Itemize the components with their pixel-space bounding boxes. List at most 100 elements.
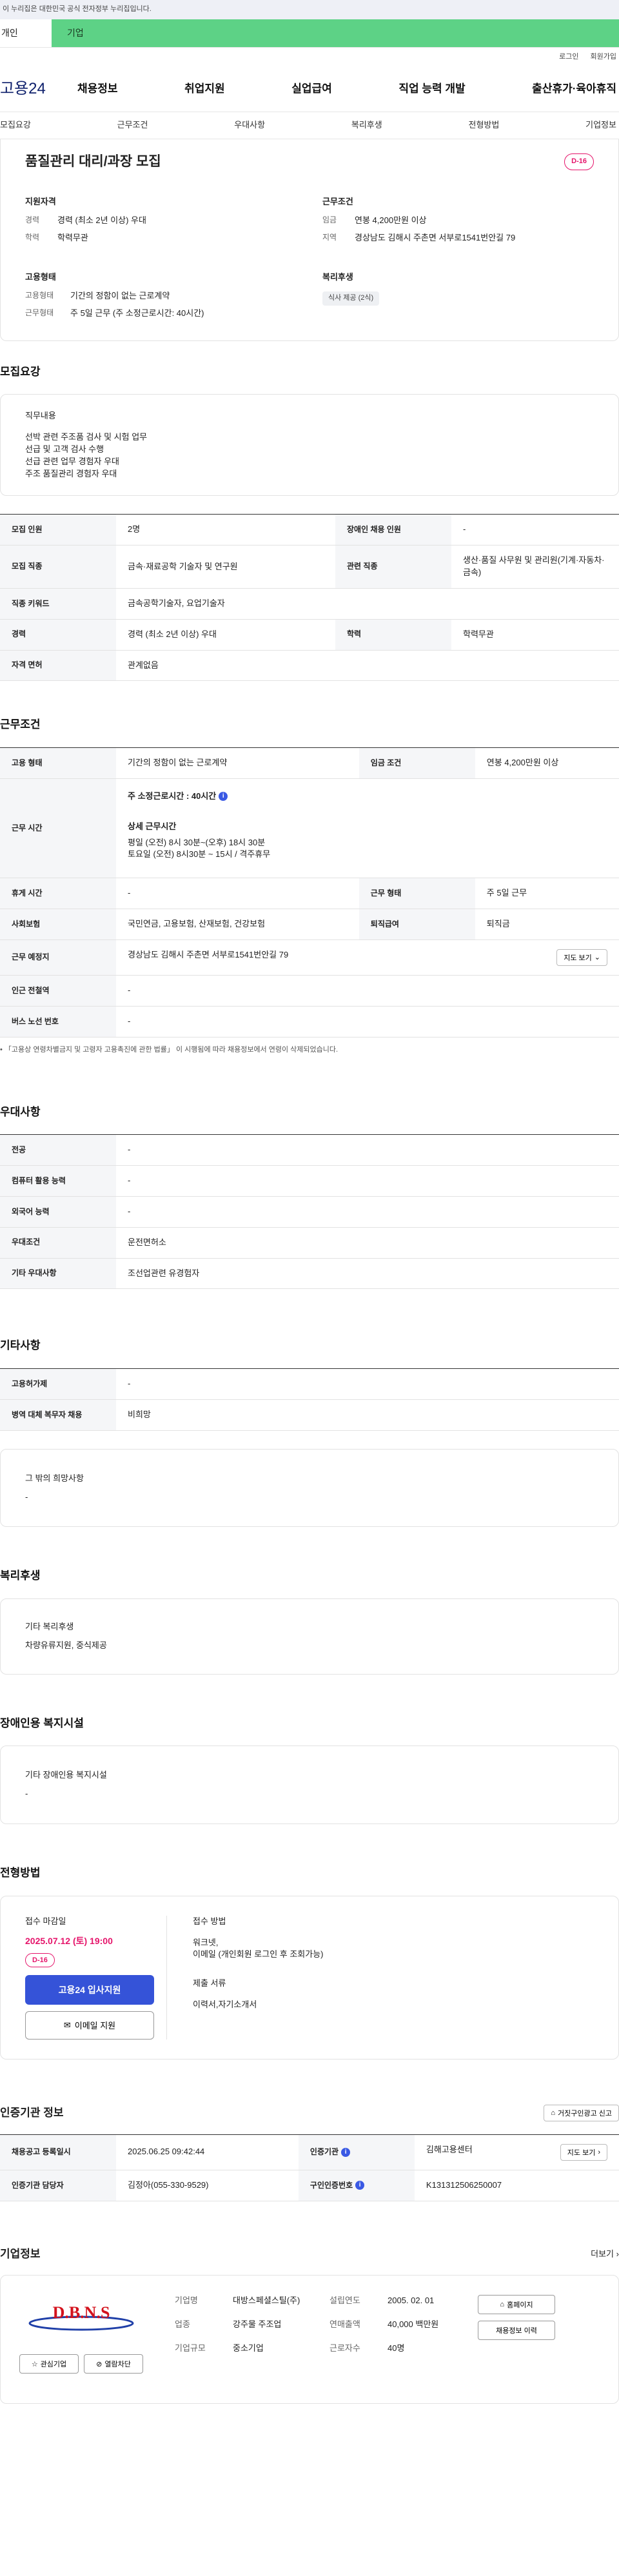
welfare-group: 복리후생 식사 제공 (2식) (322, 271, 594, 325)
agency-map-button[interactable]: 지도 보기 › (560, 2143, 607, 2161)
utility-links: 로그인 회원가입 (0, 48, 619, 67)
qual-heading: 지원자격 (25, 197, 56, 207)
anchor-recruit[interactable]: 모집요강 (0, 119, 31, 132)
cell-value: - (116, 975, 619, 1007)
welfare-tag: 식사 제공 (2식) (322, 291, 380, 306)
facility-label: 기타 장애인용 복지시설 (25, 1770, 107, 1780)
age-note: • 「고용상 연령차별금지 및 고령자 고용촉진에 관한 법률」 이 시행됨에 … (0, 1045, 619, 1056)
favorite-label: 관심기업 (40, 2361, 67, 2369)
place-value: 경상남도 김해시 주촌면 서부로1541번안길 79 (128, 949, 289, 959)
cell-value: 김해고용센터 (426, 2144, 473, 2154)
emp-value: 주 5일 근무 (주 소정근로시간: 40시간) (70, 308, 204, 318)
cell-label: 우대조건 (0, 1227, 116, 1259)
company-info-right: 설립연도 2005. 02. 01 연매출액 40,000 백만원 근로자수 40명 (310, 2295, 465, 2384)
cell-value: - (451, 514, 619, 546)
login-link[interactable]: 로그인 (559, 52, 578, 63)
info-icon[interactable]: i (341, 2147, 351, 2157)
homepage-button[interactable]: ⌂ 홈페이지 (478, 2295, 555, 2315)
method-right: 접수 방법 워크넷, 이메일 (개인회원 로그인 후 조회가능) 제출 서류 이… (167, 1916, 594, 2040)
info-icon[interactable]: i (355, 2181, 365, 2190)
cell-label: 채용공고 등록일시 (0, 2134, 116, 2170)
gnb-item-training[interactable]: 직업 능력 개발 (398, 81, 465, 97)
duty-label: 직무내용 (25, 411, 56, 421)
work-table: 고용 형태 기간의 정함이 없는 근로계약 임금 조건 연봉 4,200만원 이상 … (0, 747, 619, 1037)
favorite-button[interactable]: ☆ 관심기업 (19, 2354, 79, 2374)
cell-label: 직종 키워드 (0, 588, 116, 620)
gnb-item-support[interactable]: 취업지원 (184, 81, 225, 97)
company-staff: 40명 (388, 2343, 405, 2354)
anchor-work[interactable]: 근무조건 (117, 119, 148, 132)
company-actions: ⌂ 홈페이지 채용정보 이력 (465, 2295, 555, 2384)
cell-label: 인증기관 (310, 2147, 339, 2157)
cell-value: 2명 (116, 514, 335, 546)
benefit-box: 기타 복리후생 차량유류지원, 중식제공 (0, 1598, 619, 1675)
agency-map-label: 지도 보기 (567, 2148, 596, 2157)
cell-label: 컴퓨터 활용 능력 (0, 1165, 116, 1197)
cell-label: 인증기관 담당자 (0, 2170, 116, 2201)
tab-person[interactable]: 개인 (0, 19, 52, 47)
email-apply-button[interactable]: ✉ 이메일 지원 (25, 2011, 154, 2040)
report-button[interactable]: ⌂ 거짓구인광고 신고 (544, 2104, 619, 2121)
how-line: 워크넷, (193, 1937, 219, 1947)
method-box: 접수 마감일 2025.07.12 (토) 19:00 D-16 고용24 입사… (0, 1895, 619, 2060)
anchor-method[interactable]: 전형방법 (469, 119, 500, 132)
etc-heading: 기타사항 (0, 1339, 41, 1352)
method-left: 접수 마감일 2025.07.12 (토) 19:00 D-16 고용24 입사… (25, 1915, 167, 2040)
cell-value: - (116, 1196, 619, 1228)
apply-button[interactable]: 고용24 입사지원 (25, 1974, 154, 2005)
info-icon[interactable]: i (219, 792, 228, 801)
info-label: 연매출액 (329, 2319, 360, 2330)
company-info-left: 기업명 대방스페셜스틸(주) 업종 강주물 주조업 기업규모 중소기업 (149, 2295, 310, 2384)
cell-label: 사회보험 (0, 909, 116, 940)
pref-table: 전공 - 컴퓨터 활용 능력 - 외국어 능력 - 우대조건 운전면허소 기타 우대사항… (0, 1134, 619, 1290)
map-button[interactable]: 지도 보기 ⌄ (556, 949, 607, 966)
cell-value: 기간의 정함이 없는 근로계약 (116, 747, 359, 779)
cell-label: 자격 면허 (0, 650, 116, 682)
cell-label: 장애인 채용 인원 (335, 514, 451, 546)
gnb-item-unemployment[interactable]: 실업급여 (291, 81, 332, 97)
site-logo[interactable]: 고용24 (0, 78, 77, 101)
cell-label: 모집 직종 (0, 545, 116, 589)
dday-badge: D-16 (25, 1952, 55, 1967)
job-title: 품질관리 대리/과장 모집 (25, 154, 161, 169)
join-link[interactable]: 회원가입 (591, 52, 616, 63)
duty-line: 주조 품질관리 경험자 우대 (25, 468, 117, 478)
anchor-benefit[interactable]: 복리후생 (351, 119, 382, 132)
work-heading: 근무조건 (322, 197, 353, 207)
cell-value: 주 5일 근무 (475, 878, 619, 910)
cell-label: 근무 형태 (359, 878, 475, 910)
work-key: 임금 (322, 215, 337, 225)
info-label: 업종 (175, 2319, 190, 2330)
summary-card: 품질관리 대리/과장 모집 D-16 지원자격 경력 경력 (최소 2년 이상) … (0, 139, 619, 341)
cert-agency-label-cell: 인증기관 i (298, 2134, 415, 2170)
more-link[interactable]: 더보기 › (591, 2248, 619, 2261)
cert-table: 채용공고 등록일시 2025.06.25 09:42:44 인증기관 i 김해고용센… (0, 2134, 619, 2201)
gnb-item-jobs[interactable]: 채용정보 (77, 81, 118, 97)
gnb-item-leave[interactable]: 출산휴가·육아휴직 (532, 81, 616, 97)
company-sales: 40,000 백만원 (388, 2319, 439, 2330)
company-name: 대방스페셜스틸(주) (233, 2296, 300, 2306)
how-label: 접수 방법 (193, 1916, 226, 1926)
anchor-pref[interactable]: 우대사항 (234, 119, 265, 132)
cell-label: 병역 대체 복무자 채용 (0, 1399, 116, 1431)
qual-key: 학력 (25, 233, 40, 242)
etc-table: 고용허가제 - 병역 대체 복무자 채용 비희망 (0, 1368, 619, 1431)
job-history-button[interactable]: 채용정보 이력 (478, 2321, 555, 2341)
recruit-table: 모집 인원 2명 장애인 채용 인원 - 모집 직종 금속·재료공학 기술자 및 연구… (0, 514, 619, 682)
anchor-tabs: 모집요강 근무조건 우대사항 복리후생 전형방법 기업정보 (0, 112, 619, 139)
bullet-icon: • (0, 1045, 5, 1054)
cell-value: 금속·재료공학 기술자 및 연구원 (116, 545, 335, 589)
email-apply-label: 이메일 지원 (74, 2021, 116, 2031)
cell-value: 연봉 4,200만원 이상 (475, 747, 619, 779)
gov-banner: 이 누리집은 대한민국 공식 전자정부 누리집입니다. (0, 0, 619, 19)
category-tabs: 개인 기업 (0, 19, 619, 48)
pref-heading: 우대사항 (0, 1105, 41, 1118)
anchor-company[interactable]: 기업정보 (585, 119, 616, 132)
block-button[interactable]: ⊘ 열람차단 (84, 2354, 143, 2374)
hours-weekday: 평일 (오전) 8시 30분~(오후) 18시 30분 (128, 837, 266, 847)
qual-key: 경력 (25, 215, 40, 225)
tab-company[interactable]: 기업 (52, 19, 619, 47)
method-heading: 전형방법 (0, 1867, 41, 1880)
welfare-heading: 복리후생 (322, 271, 353, 282)
company-logo-text: D.B.N.S (53, 2303, 110, 2322)
